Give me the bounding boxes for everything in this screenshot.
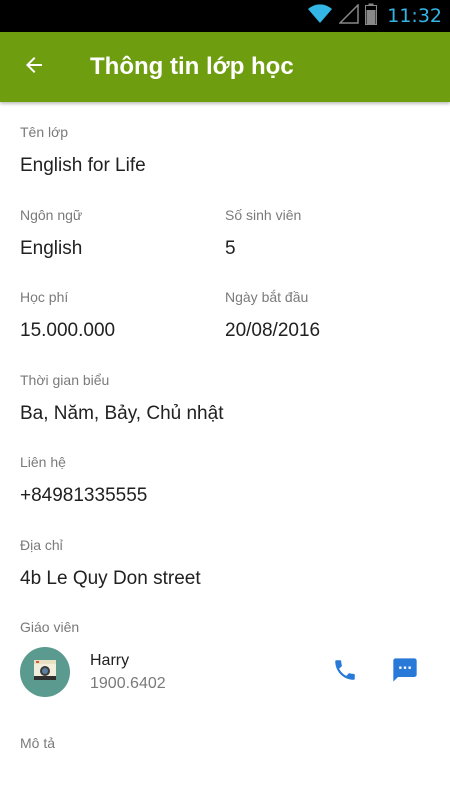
fee-value: 15.000.000 xyxy=(20,320,116,341)
phone-icon xyxy=(332,657,358,688)
class-info-content: Tên lớp English for Life Ngôn ngữ Englis… xyxy=(0,102,450,800)
call-button[interactable] xyxy=(327,654,363,690)
schedule-value: Ba, Năm, Bảy, Chủ nhật xyxy=(20,403,224,424)
battery-icon xyxy=(365,3,378,30)
class-name-label: Tên lớp xyxy=(20,124,69,140)
page-title: Thông tin lớp học xyxy=(90,53,294,80)
teacher-phone: 1900.6402 xyxy=(90,675,166,692)
start-date-value: 20/08/2016 xyxy=(225,320,321,341)
status-bar: 11:32 xyxy=(0,0,450,32)
start-date-label: Ngày bắt đầu xyxy=(225,289,309,305)
schedule-label: Thời gian biểu xyxy=(20,372,110,388)
fee-label: Học phí xyxy=(20,289,69,305)
class-name-value: English for Life xyxy=(20,155,146,176)
students-label: Số sinh viên xyxy=(225,207,302,223)
description-label: Mô tả xyxy=(20,735,56,751)
contact-value[interactable]: +84981335555 xyxy=(20,485,147,507)
message-icon xyxy=(391,656,419,689)
app-bar: Thông tin lớp học xyxy=(0,32,450,102)
back-button[interactable] xyxy=(18,51,50,83)
status-icons: 11:32 xyxy=(307,0,442,32)
wifi-icon xyxy=(307,3,333,29)
students-value: 5 xyxy=(225,238,236,259)
teacher-label: Giáo viên xyxy=(20,619,80,635)
contact-label: Liên hệ xyxy=(20,454,66,470)
signal-icon xyxy=(338,2,359,29)
message-button[interactable] xyxy=(387,654,423,690)
language-label: Ngôn ngữ xyxy=(20,207,83,223)
status-time: 11:32 xyxy=(387,5,442,27)
camera-avatar-icon xyxy=(32,657,58,688)
language-value: English xyxy=(20,238,83,259)
teacher-name: Harry xyxy=(90,652,130,669)
address-value: 4b Le Quy Don street xyxy=(20,568,201,589)
avatar[interactable] xyxy=(20,647,70,697)
arrow-left-icon xyxy=(22,53,46,82)
address-label: Địa chỉ xyxy=(20,537,63,553)
